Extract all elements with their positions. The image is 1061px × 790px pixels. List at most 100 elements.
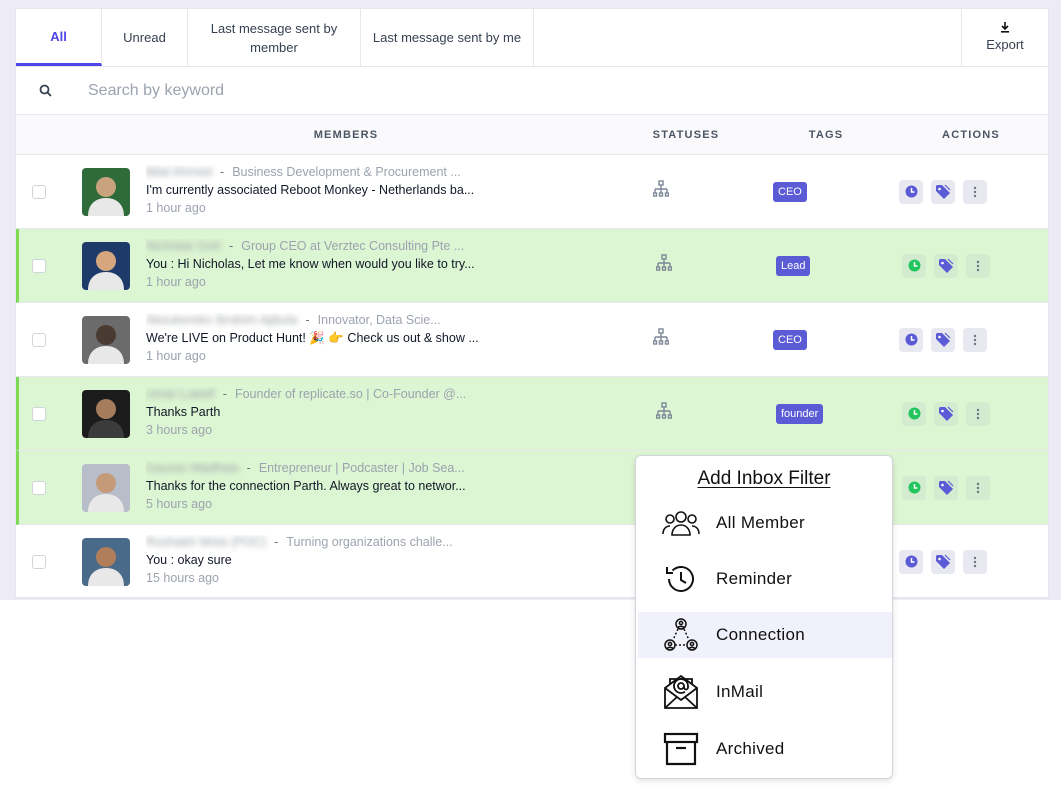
message-time: 3 hours ago: [146, 422, 213, 437]
last-message[interactable]: Thanks Parth: [146, 405, 496, 423]
row-checkbox[interactable]: [32, 184, 46, 199]
col-statuses: STATUSES: [652, 128, 720, 141]
filter-label: InMail: [716, 682, 764, 701]
reminder-button[interactable]: [902, 253, 926, 278]
row-actions: [899, 549, 987, 574]
org-chart-icon[interactable]: [652, 180, 670, 203]
avatar[interactable]: [82, 537, 130, 586]
filter-label: All Member: [716, 513, 805, 532]
message-time: 15 hours ago: [146, 570, 219, 585]
tag-button[interactable]: [934, 475, 958, 500]
tab-all[interactable]: All: [16, 9, 102, 66]
avatar[interactable]: [82, 241, 130, 290]
reminder-button[interactable]: [899, 327, 923, 352]
row-checkbox[interactable]: [32, 406, 46, 421]
member-name[interactable]: Gaurav Wadhwa: [146, 461, 239, 475]
member-name[interactable]: Rushabh Mota (POC): [146, 535, 266, 549]
inbox-panel: All Unread Last message sent by member L…: [15, 8, 1049, 599]
message-time: 1 hour ago: [146, 200, 206, 215]
member-name[interactable]: Bilal Ahmed: [146, 165, 212, 179]
avatar[interactable]: [82, 463, 130, 512]
last-message[interactable]: You : okay sure: [146, 553, 496, 571]
col-actions: ACTIONS: [942, 128, 1000, 141]
last-message[interactable]: You : Hi Nicholas, Let me know when woul…: [146, 257, 496, 275]
clock-icon: [908, 259, 920, 272]
search-bar: [16, 67, 1048, 115]
avatar[interactable]: [82, 167, 130, 216]
last-message[interactable]: I'm currently associated Reboot Monkey -…: [146, 183, 496, 201]
table-row[interactable]: Umar Luteef - Founder of replicate.so | Co…: [16, 377, 1048, 451]
avatar[interactable]: [82, 389, 130, 438]
tag-badge[interactable]: CEO: [773, 181, 807, 202]
tag-badge[interactable]: Lead: [776, 255, 811, 276]
tag-icon: [939, 480, 954, 495]
filter-all-member[interactable]: All Member: [638, 500, 892, 546]
message-time: 1 hour ago: [146, 348, 206, 363]
vertical-dots-icon: [973, 186, 977, 197]
message-time: 1 hour ago: [146, 274, 206, 289]
row-checkbox[interactable]: [32, 480, 46, 495]
tag-button[interactable]: [934, 253, 958, 278]
reminder-button[interactable]: [902, 475, 926, 500]
clock-icon: [905, 333, 917, 346]
more-options-button[interactable]: [966, 475, 990, 500]
tab-unread[interactable]: Unread: [102, 9, 188, 66]
last-message[interactable]: Thanks for the connection Parth. Always …: [146, 479, 496, 497]
org-chart-icon[interactable]: [652, 328, 670, 351]
tab-last-message-me[interactable]: Last message sent by me: [361, 9, 534, 66]
member-headline: Entrepreneur | Podcaster | Job Sea...: [258, 460, 465, 475]
filter-reminder[interactable]: Reminder: [638, 556, 892, 602]
more-options-button[interactable]: [963, 549, 987, 574]
table-row[interactable]: Akeukereko Ibrahim Ajibola - Innovator, Da…: [16, 303, 1048, 377]
download-icon: [1001, 21, 1009, 33]
more-options-button[interactable]: [963, 327, 987, 352]
row-checkbox[interactable]: [32, 554, 46, 569]
archive-box-icon: [662, 730, 700, 768]
filter-inmail[interactable]: InMail: [638, 669, 892, 715]
table-row[interactable]: Rushabh Mota (POC) - Turning organizations…: [16, 525, 1048, 599]
col-members: MEMBERS: [313, 128, 379, 141]
tag-badge[interactable]: founder: [776, 403, 824, 424]
table-row[interactable]: Gaurav Wadhwa - Entrepreneur | Podcaster |…: [16, 451, 1048, 525]
popup-title: Add Inbox Filter: [697, 468, 831, 489]
reminder-button[interactable]: [899, 179, 923, 204]
row-actions: [902, 475, 990, 500]
filter-archived[interactable]: Archived: [638, 726, 892, 772]
reminder-button[interactable]: [899, 549, 923, 574]
filter-label: Connection: [716, 625, 806, 644]
reminder-button[interactable]: [902, 401, 926, 426]
row-checkbox[interactable]: [32, 332, 46, 347]
tag-icon: [939, 258, 954, 273]
filter-connection[interactable]: Connection: [638, 612, 892, 658]
member-name[interactable]: Umar Luteef: [146, 387, 215, 401]
row-actions: [899, 179, 987, 204]
last-message[interactable]: We're LIVE on Product Hunt! 🎉 👉 Check us…: [146, 331, 496, 349]
row-checkbox[interactable]: [32, 258, 46, 273]
tag-badge[interactable]: CEO: [773, 329, 807, 350]
clock-icon: [908, 407, 920, 420]
row-actions: [899, 327, 987, 352]
table-row[interactable]: Bilal Ahmed - Business Development & Procu…: [16, 155, 1048, 229]
member-name[interactable]: Akeukereko Ibrahim Ajibola: [146, 313, 297, 327]
more-options-button[interactable]: [966, 401, 990, 426]
clock-icon: [905, 185, 917, 198]
tab-last-message-member[interactable]: Last message sent by member: [188, 9, 361, 66]
member-headline: Founder of replicate.so | Co-Founder @..…: [234, 386, 467, 401]
tag-button[interactable]: [931, 327, 955, 352]
tag-button[interactable]: [931, 549, 955, 574]
vertical-dots-icon: [976, 482, 980, 493]
vertical-dots-icon: [973, 334, 977, 345]
tag-button[interactable]: [931, 179, 955, 204]
search-input[interactable]: [88, 81, 488, 100]
more-options-button[interactable]: [966, 253, 990, 278]
export-button[interactable]: Export: [962, 9, 1048, 66]
org-chart-icon[interactable]: [655, 402, 673, 425]
table-row[interactable]: Nicholas Goh - Group CEO at Verztec Consul…: [16, 229, 1048, 303]
member-headline: Turning organizations challe...: [286, 534, 453, 549]
more-options-button[interactable]: [963, 179, 987, 204]
group-icon: [662, 504, 700, 542]
org-chart-icon[interactable]: [655, 254, 673, 277]
tag-button[interactable]: [934, 401, 958, 426]
member-name[interactable]: Nicholas Goh: [146, 239, 221, 253]
avatar[interactable]: [82, 315, 130, 364]
